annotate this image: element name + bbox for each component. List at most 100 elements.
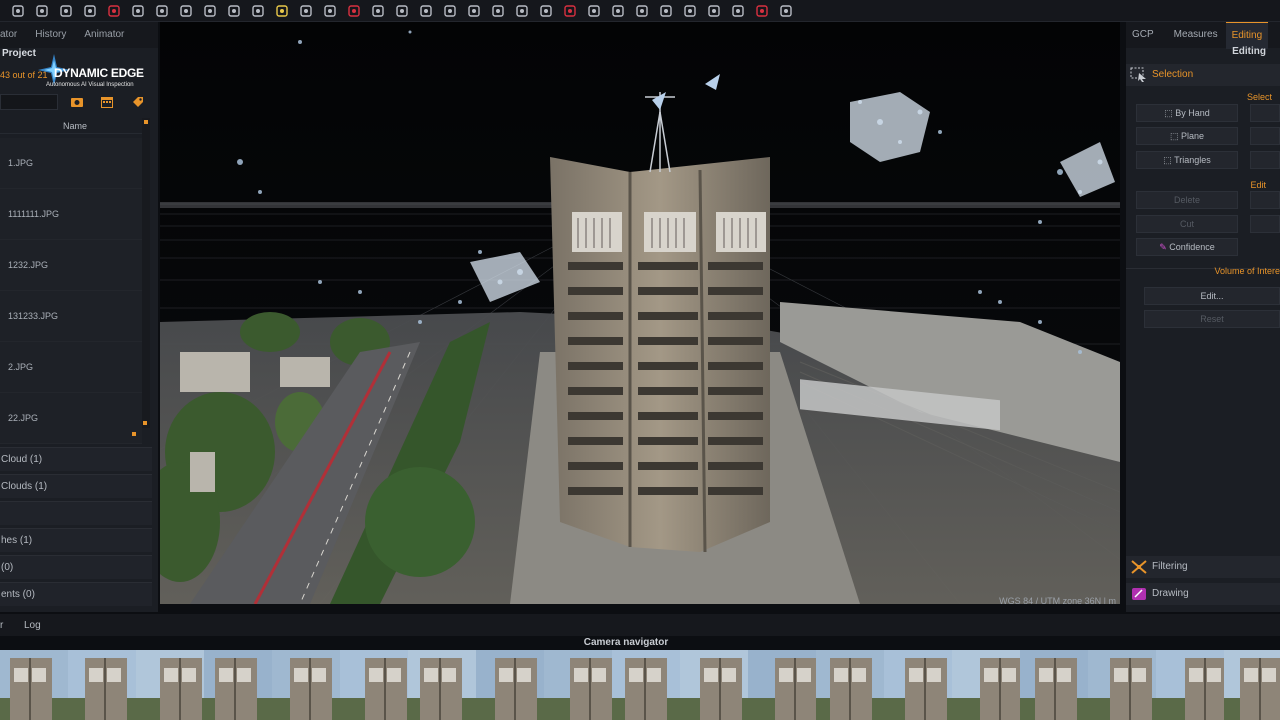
project-section-item[interactable] xyxy=(0,501,152,525)
measure-icon[interactable] xyxy=(702,1,726,21)
voi-edit-button[interactable]: Edit... xyxy=(1144,287,1280,305)
cube-icon[interactable] xyxy=(6,1,30,21)
cut-button[interactable]: Cut xyxy=(1136,215,1238,233)
triangle-icon[interactable] xyxy=(318,1,342,21)
image-filter-input[interactable] xyxy=(0,94,58,110)
camera-icon[interactable] xyxy=(174,1,198,21)
transform-icon[interactable] xyxy=(582,1,606,21)
edit-extra-button-1[interactable] xyxy=(1250,191,1280,209)
project-section-item[interactable]: (0) xyxy=(0,555,152,579)
edit-extra-button-2[interactable] xyxy=(1250,215,1280,233)
tab-partial[interactable]: r xyxy=(0,620,3,631)
select-extra-button-1[interactable] xyxy=(1250,104,1280,122)
camera-thumbnail[interactable] xyxy=(476,650,544,720)
redo-icon[interactable] xyxy=(558,1,582,21)
dots-icon[interactable] xyxy=(54,1,78,21)
triangle-icon[interactable] xyxy=(294,1,318,21)
camera-thumbnail[interactable] xyxy=(272,650,340,720)
camera-icon[interactable] xyxy=(70,95,84,109)
select-by-hand-button[interactable]: ⬚ By Hand xyxy=(1136,104,1238,122)
delete-button[interactable]: Delete xyxy=(1136,191,1238,209)
select-extra-button-3[interactable] xyxy=(1250,151,1280,169)
camera-thumbnail[interactable] xyxy=(884,650,952,720)
camera-thumbnail[interactable] xyxy=(0,650,68,720)
box-icon[interactable] xyxy=(510,1,534,21)
camera-thumbnail[interactable] xyxy=(1156,650,1224,720)
filtering-section-header[interactable]: Filtering xyxy=(1126,556,1280,578)
project-section-item[interactable]: ents (0) xyxy=(0,582,152,606)
camera-thumbnail[interactable] xyxy=(612,650,680,720)
camera-thumbnail[interactable] xyxy=(680,650,748,720)
camera-thumbnail[interactable] xyxy=(408,650,476,720)
name-column-header[interactable]: Name xyxy=(0,118,150,134)
camera-thumbnail[interactable] xyxy=(748,650,816,720)
project-sections: Cloud (1) Clouds (1) hes (1) (0) ents (0) xyxy=(0,447,152,609)
dots-icon[interactable] xyxy=(438,1,462,21)
bottom-tab-bar: r Log xyxy=(0,614,1280,636)
camera-thumbnail[interactable] xyxy=(1224,650,1280,720)
image-list-item[interactable]: 1.JPG xyxy=(0,138,142,189)
image-list-item[interactable]: 1111111.JPG xyxy=(0,189,142,240)
cube-icon[interactable] xyxy=(30,1,54,21)
select-extra-button-2[interactable] xyxy=(1250,127,1280,145)
triangle-red-icon[interactable] xyxy=(342,1,366,21)
image-list-scrollbar[interactable] xyxy=(142,118,150,428)
network-icon[interactable] xyxy=(78,1,102,21)
image-filename: 1232.JPG xyxy=(8,260,49,270)
rotate-icon[interactable] xyxy=(198,1,222,21)
camera-thumbnail[interactable] xyxy=(204,650,272,720)
cube-red-icon[interactable] xyxy=(750,1,774,21)
image-list-item[interactable]: 22.JPG xyxy=(0,393,142,444)
confidence-button[interactable]: ✎ Confidence xyxy=(1136,238,1238,256)
camera-thumbnail[interactable] xyxy=(1088,650,1156,720)
calendar-icon[interactable] xyxy=(100,95,114,109)
camera-thumbnail[interactable] xyxy=(136,650,204,720)
image-list-item[interactable]: 1232.JPG xyxy=(0,240,142,291)
project-section-item[interactable]: Cloud (1) xyxy=(0,447,152,471)
gear-icon[interactable] xyxy=(390,1,414,21)
tab-history[interactable]: History xyxy=(26,22,75,48)
image-toolbar xyxy=(0,92,158,112)
cube-outline-icon[interactable] xyxy=(462,1,486,21)
ruler-icon[interactable] xyxy=(654,1,678,21)
cube-outline-icon[interactable] xyxy=(726,1,750,21)
select-triangles-button[interactable]: ⬚ Triangles xyxy=(1136,151,1238,169)
camera-thumbnail[interactable] xyxy=(816,650,884,720)
tab-editing[interactable]: Editing xyxy=(1225,21,1269,49)
project-section-item[interactable]: hes (1) xyxy=(0,528,152,552)
tab-log[interactable]: Log xyxy=(24,620,41,631)
image-list-item[interactable]: 2.JPG xyxy=(0,342,142,393)
cube-color-icon[interactable] xyxy=(486,1,510,21)
dots-icon[interactable] xyxy=(414,1,438,21)
tab-animator[interactable]: Animator xyxy=(75,22,133,48)
bulb-icon[interactable] xyxy=(270,1,294,21)
camera-thumbnail[interactable] xyxy=(1020,650,1088,720)
camera-thumbnail[interactable] xyxy=(68,650,136,720)
circle-icon[interactable] xyxy=(606,1,630,21)
rotate-cw-icon[interactable] xyxy=(222,1,246,21)
network-icon[interactable] xyxy=(150,1,174,21)
camera-thumbnail[interactable] xyxy=(340,650,408,720)
selection-section-header[interactable]: Selection xyxy=(1126,64,1280,86)
undo-icon[interactable] xyxy=(534,1,558,21)
3d-viewport[interactable]: WGS 84 / UTM zone 36N | m xyxy=(160,22,1120,604)
select-plane-button[interactable]: ⬚ Plane xyxy=(1136,127,1238,145)
tab-measures[interactable]: Measures xyxy=(1160,22,1226,48)
voi-reset-button[interactable]: Reset xyxy=(1144,310,1280,328)
pen-icon[interactable] xyxy=(630,1,654,21)
help-icon[interactable] xyxy=(774,1,798,21)
image-icon[interactable] xyxy=(246,1,270,21)
brush-icon[interactable] xyxy=(366,1,390,21)
camera-thumbnail[interactable] xyxy=(952,650,1020,720)
project-section-item[interactable]: Clouds (1) xyxy=(0,474,152,498)
drawing-section-header[interactable]: Drawing xyxy=(1126,583,1280,605)
flag-icon[interactable] xyxy=(678,1,702,21)
tag-icon[interactable] xyxy=(131,95,145,109)
image-list-item[interactable]: 131233.JPG xyxy=(0,291,142,342)
camera-thumbnail[interactable] xyxy=(544,650,612,720)
tab-gcp[interactable]: GCP xyxy=(1126,22,1160,48)
cube-red-icon[interactable] xyxy=(102,1,126,21)
tab-navigator[interactable]: ator xyxy=(0,22,26,48)
camera-thumbnail-strip[interactable] xyxy=(0,650,1280,720)
sphere-icon[interactable] xyxy=(126,1,150,21)
